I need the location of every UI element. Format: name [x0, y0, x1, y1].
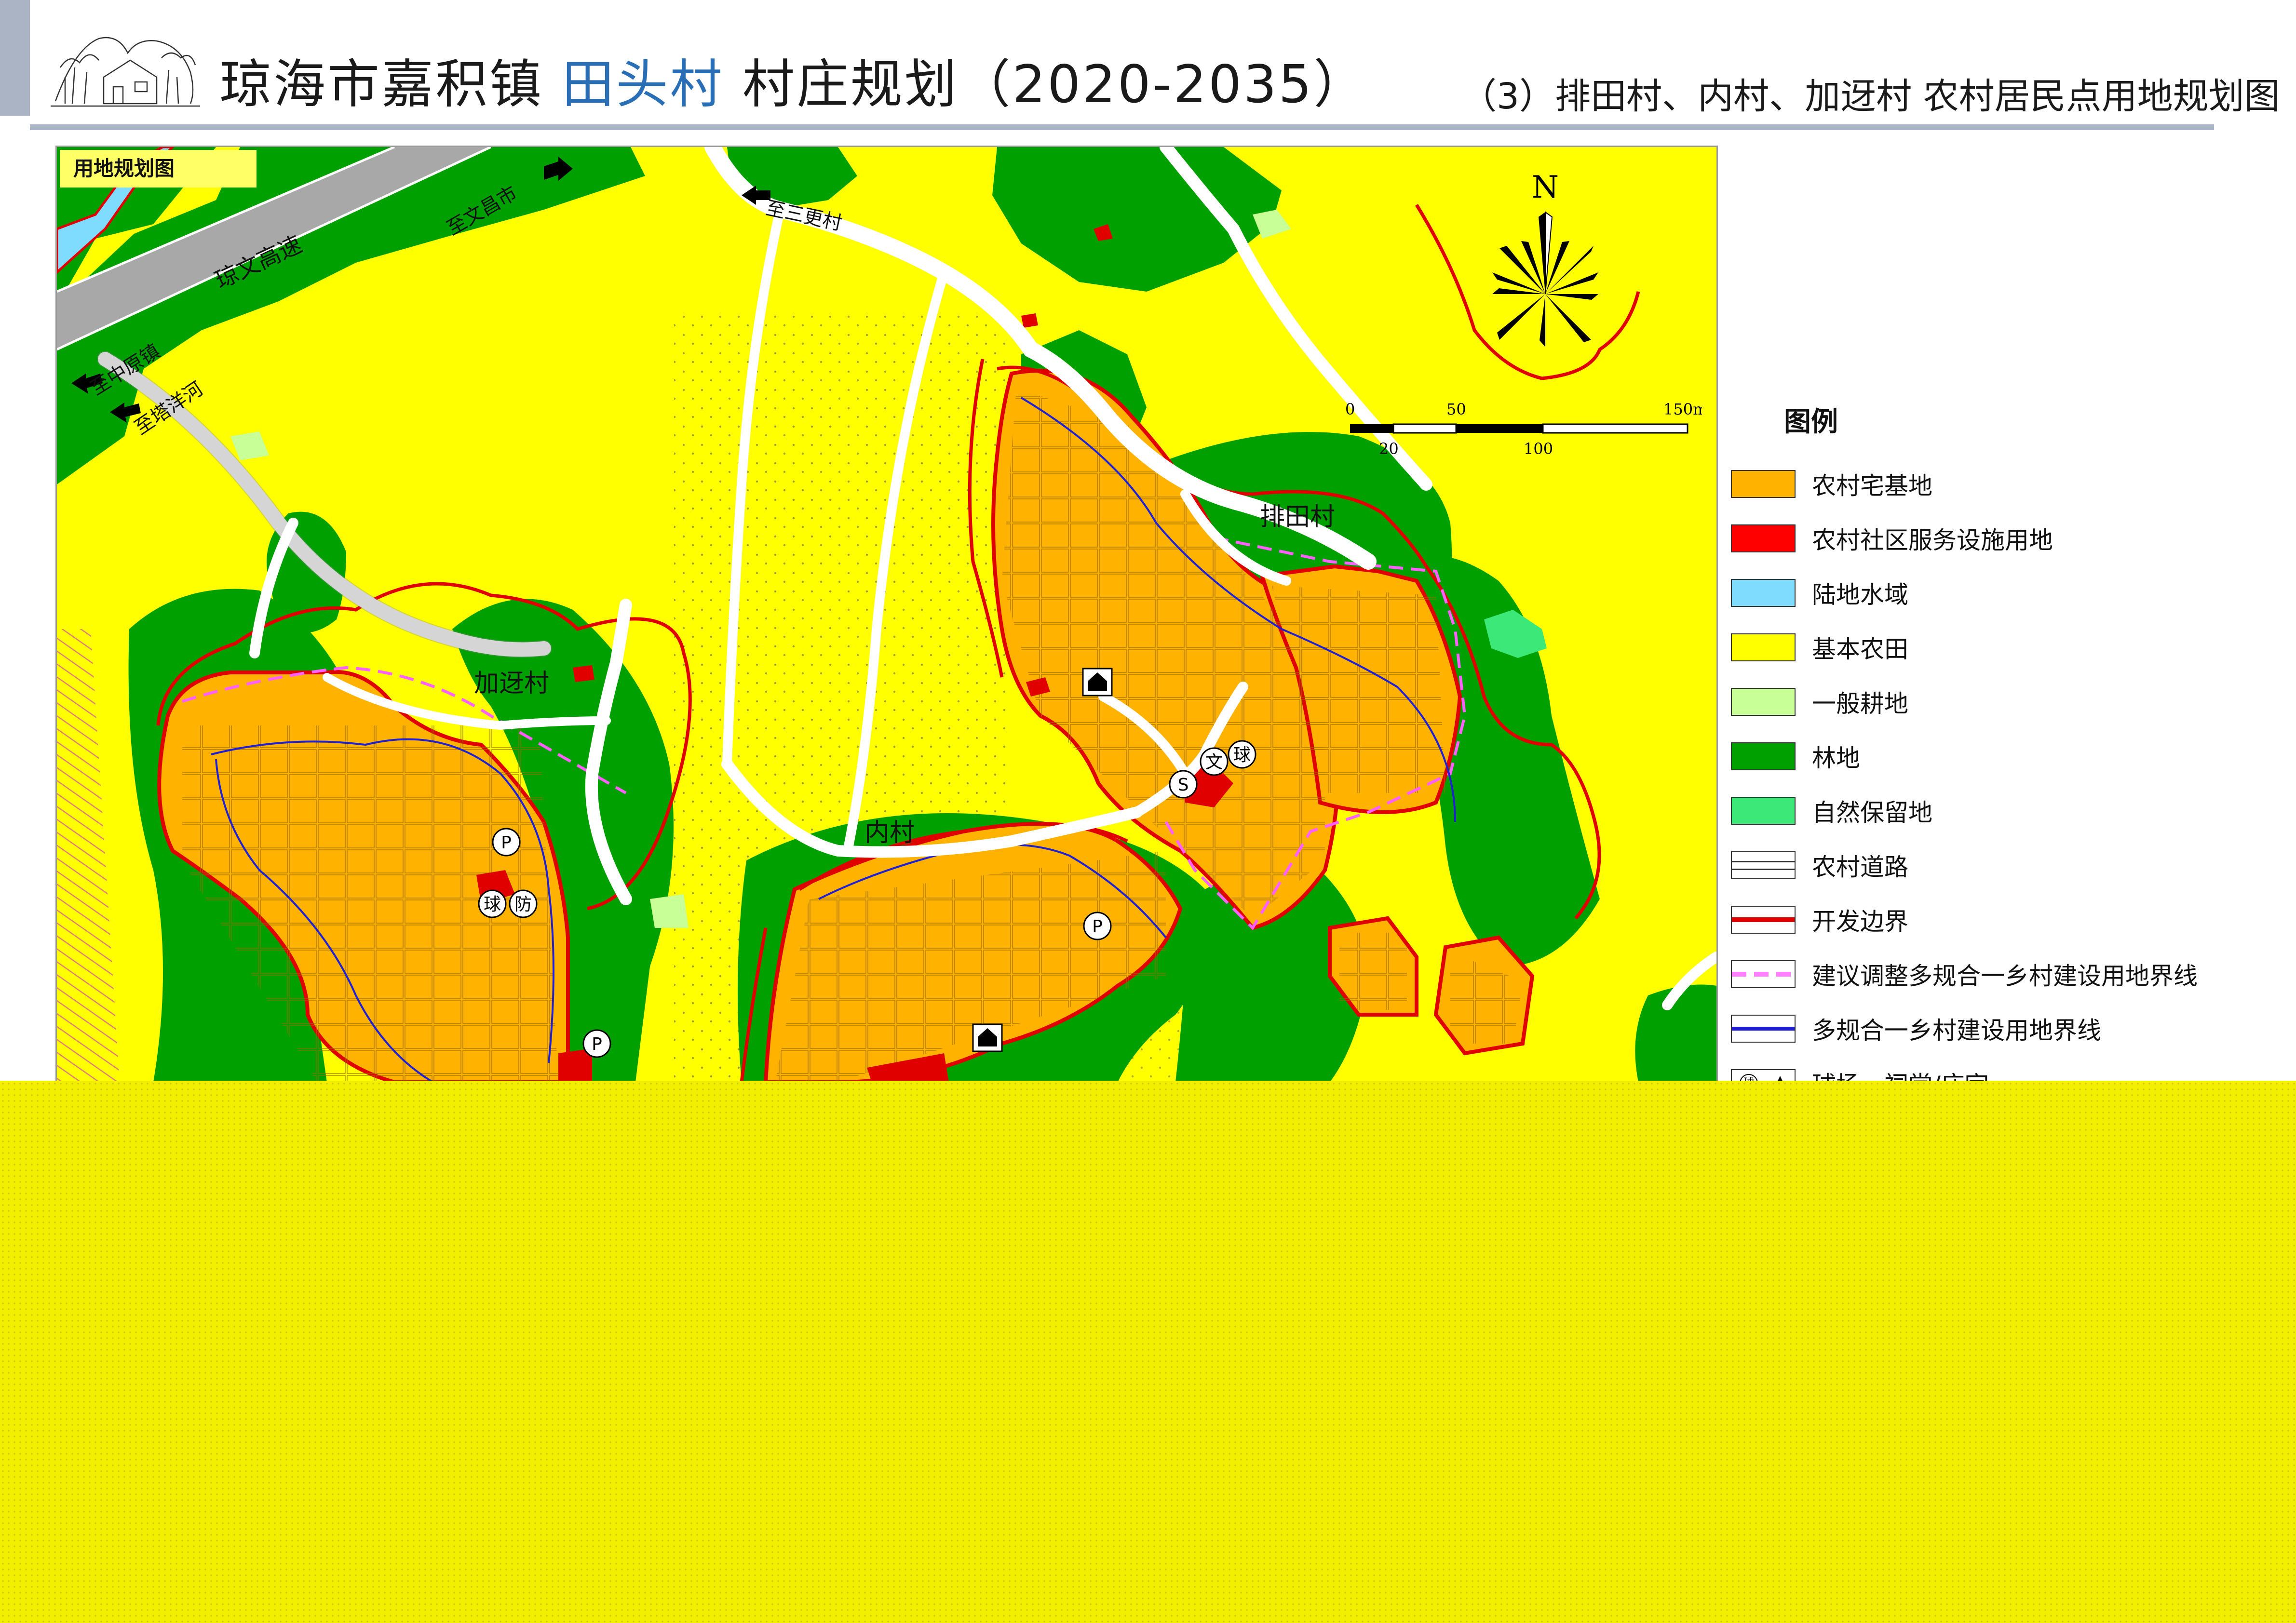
- legend-item-general-farmland: 一般耕地: [1731, 674, 2261, 729]
- legend-label: 一般耕地: [1812, 689, 1908, 718]
- legend-label: 建议调整多规合一乡村建设用地界线: [1812, 962, 2198, 990]
- svg-text:N: N: [1532, 170, 1559, 205]
- parking-symbol: P: [492, 828, 521, 857]
- legend-title: 图例: [1784, 406, 1838, 438]
- ball-court-symbol: 球: [478, 889, 507, 918]
- svg-text:P: P: [1092, 917, 1103, 937]
- svg-text:50: 50: [1446, 400, 1466, 418]
- legend-label: 多规合一乡村建设用地界线: [1812, 1016, 2101, 1045]
- north-arrow-icon: N: [1492, 170, 1598, 347]
- map-drawing: P P P 球 防 文 球 S: [57, 147, 1716, 1082]
- legend-item-road: 农村道路: [1731, 838, 2261, 892]
- legend-swatch: [1731, 633, 1796, 661]
- svg-text:球: 球: [1233, 745, 1251, 765]
- legend-label: 农村社区服务设施用地: [1812, 526, 2053, 554]
- svg-text:150m: 150m: [1663, 400, 1702, 418]
- fire-station-symbol: 防: [509, 889, 538, 918]
- svg-text:P: P: [592, 1034, 602, 1054]
- legend-item-service: 农村社区服务设施用地: [1731, 511, 2261, 565]
- header: 琼海市嘉积镇 田头村 村庄规划（2020-2035） （3）排田村、内村、加迓村…: [0, 0, 2296, 130]
- legend-label: 林地: [1812, 744, 1860, 772]
- legend-item-reserve: 自然保留地: [1731, 783, 2261, 838]
- svg-text:P: P: [501, 833, 512, 853]
- village-label-paitian: 排田村: [1260, 503, 1336, 532]
- s-symbol: S: [1169, 770, 1198, 799]
- header-divider: [30, 124, 2214, 130]
- legend-item-dev-boundary: 开发边界: [1731, 892, 2261, 947]
- legend-item-forest: 林地: [1731, 729, 2261, 783]
- map-legend: 图例 农村宅基地 农村社区服务设施用地 陆地水域 基本农田 一般耕地 林地 自然…: [1731, 400, 2261, 1110]
- svg-text:文: 文: [1205, 752, 1223, 772]
- village-label-neicun: 内村: [864, 818, 915, 847]
- legend-label: 农村宅基地: [1812, 471, 1932, 500]
- ball-court-symbol: 球: [1228, 740, 1256, 769]
- legend-swatch: [1731, 578, 1796, 607]
- scale-bar: 0 50 150m 20 100: [1345, 400, 1702, 458]
- temple-icon: [972, 1023, 1003, 1052]
- parking-symbol: P: [1083, 912, 1112, 940]
- village-label-jiaya: 加迓村: [474, 669, 550, 698]
- farmland-overlay: [0, 1081, 2296, 1623]
- legend-swatch: [1731, 687, 1796, 716]
- legend-label: 基本农田: [1812, 635, 1908, 663]
- svg-text:20: 20: [1379, 440, 1399, 458]
- legend-swatch: [1731, 796, 1796, 825]
- legend-item-multiplan-boundary: 多规合一乡村建设用地界线: [1731, 1001, 2261, 1056]
- legend-item-basic-farmland: 基本农田: [1731, 620, 2261, 674]
- legend-item-suggested-boundary: 建议调整多规合一乡村建设用地界线: [1731, 947, 2261, 1001]
- legend-swatch: [1731, 742, 1796, 770]
- parking-symbol: P: [582, 1029, 611, 1058]
- legend-swatch: [1731, 469, 1796, 498]
- svg-text:0: 0: [1345, 400, 1355, 418]
- temple-icon: [1082, 668, 1113, 697]
- legend-swatch: [1731, 1014, 1796, 1043]
- legend-item-homestead: 农村宅基地: [1731, 456, 2261, 511]
- svg-text:100: 100: [1524, 440, 1553, 458]
- land-use-map: P P P 球 防 文 球 S 用地规划图 加迓村 内村 排田村 琼文高速 至文…: [55, 146, 1718, 1084]
- legend-label: 自然保留地: [1812, 798, 1932, 827]
- legend-swatch: [1731, 960, 1796, 988]
- map-tag: 用地规划图: [60, 150, 257, 188]
- village-name-highlight: 田头村: [562, 54, 724, 115]
- legend-swatch: [1731, 524, 1796, 552]
- page-subtitle: （3）排田村、内村、加迓村 农村居民点用地规划图: [1461, 76, 2280, 117]
- legend-swatch: [1731, 905, 1796, 934]
- svg-text:球: 球: [484, 895, 501, 914]
- legend-swatch: [1731, 851, 1796, 879]
- legend-item-water: 陆地水域: [1731, 565, 2261, 620]
- svg-text:S: S: [1178, 775, 1189, 795]
- legend-label: 农村道路: [1812, 853, 1908, 881]
- header-accent-band: [0, 0, 30, 116]
- village-sketch-logo: [51, 37, 200, 107]
- svg-text:防: 防: [514, 895, 532, 914]
- legend-label: 开发边界: [1812, 907, 1908, 936]
- legend-label: 陆地水域: [1812, 580, 1908, 609]
- culture-symbol: 文: [1200, 747, 1229, 776]
- page-title: 琼海市嘉积镇 田头村 村庄规划（2020-2035）: [219, 54, 1368, 115]
